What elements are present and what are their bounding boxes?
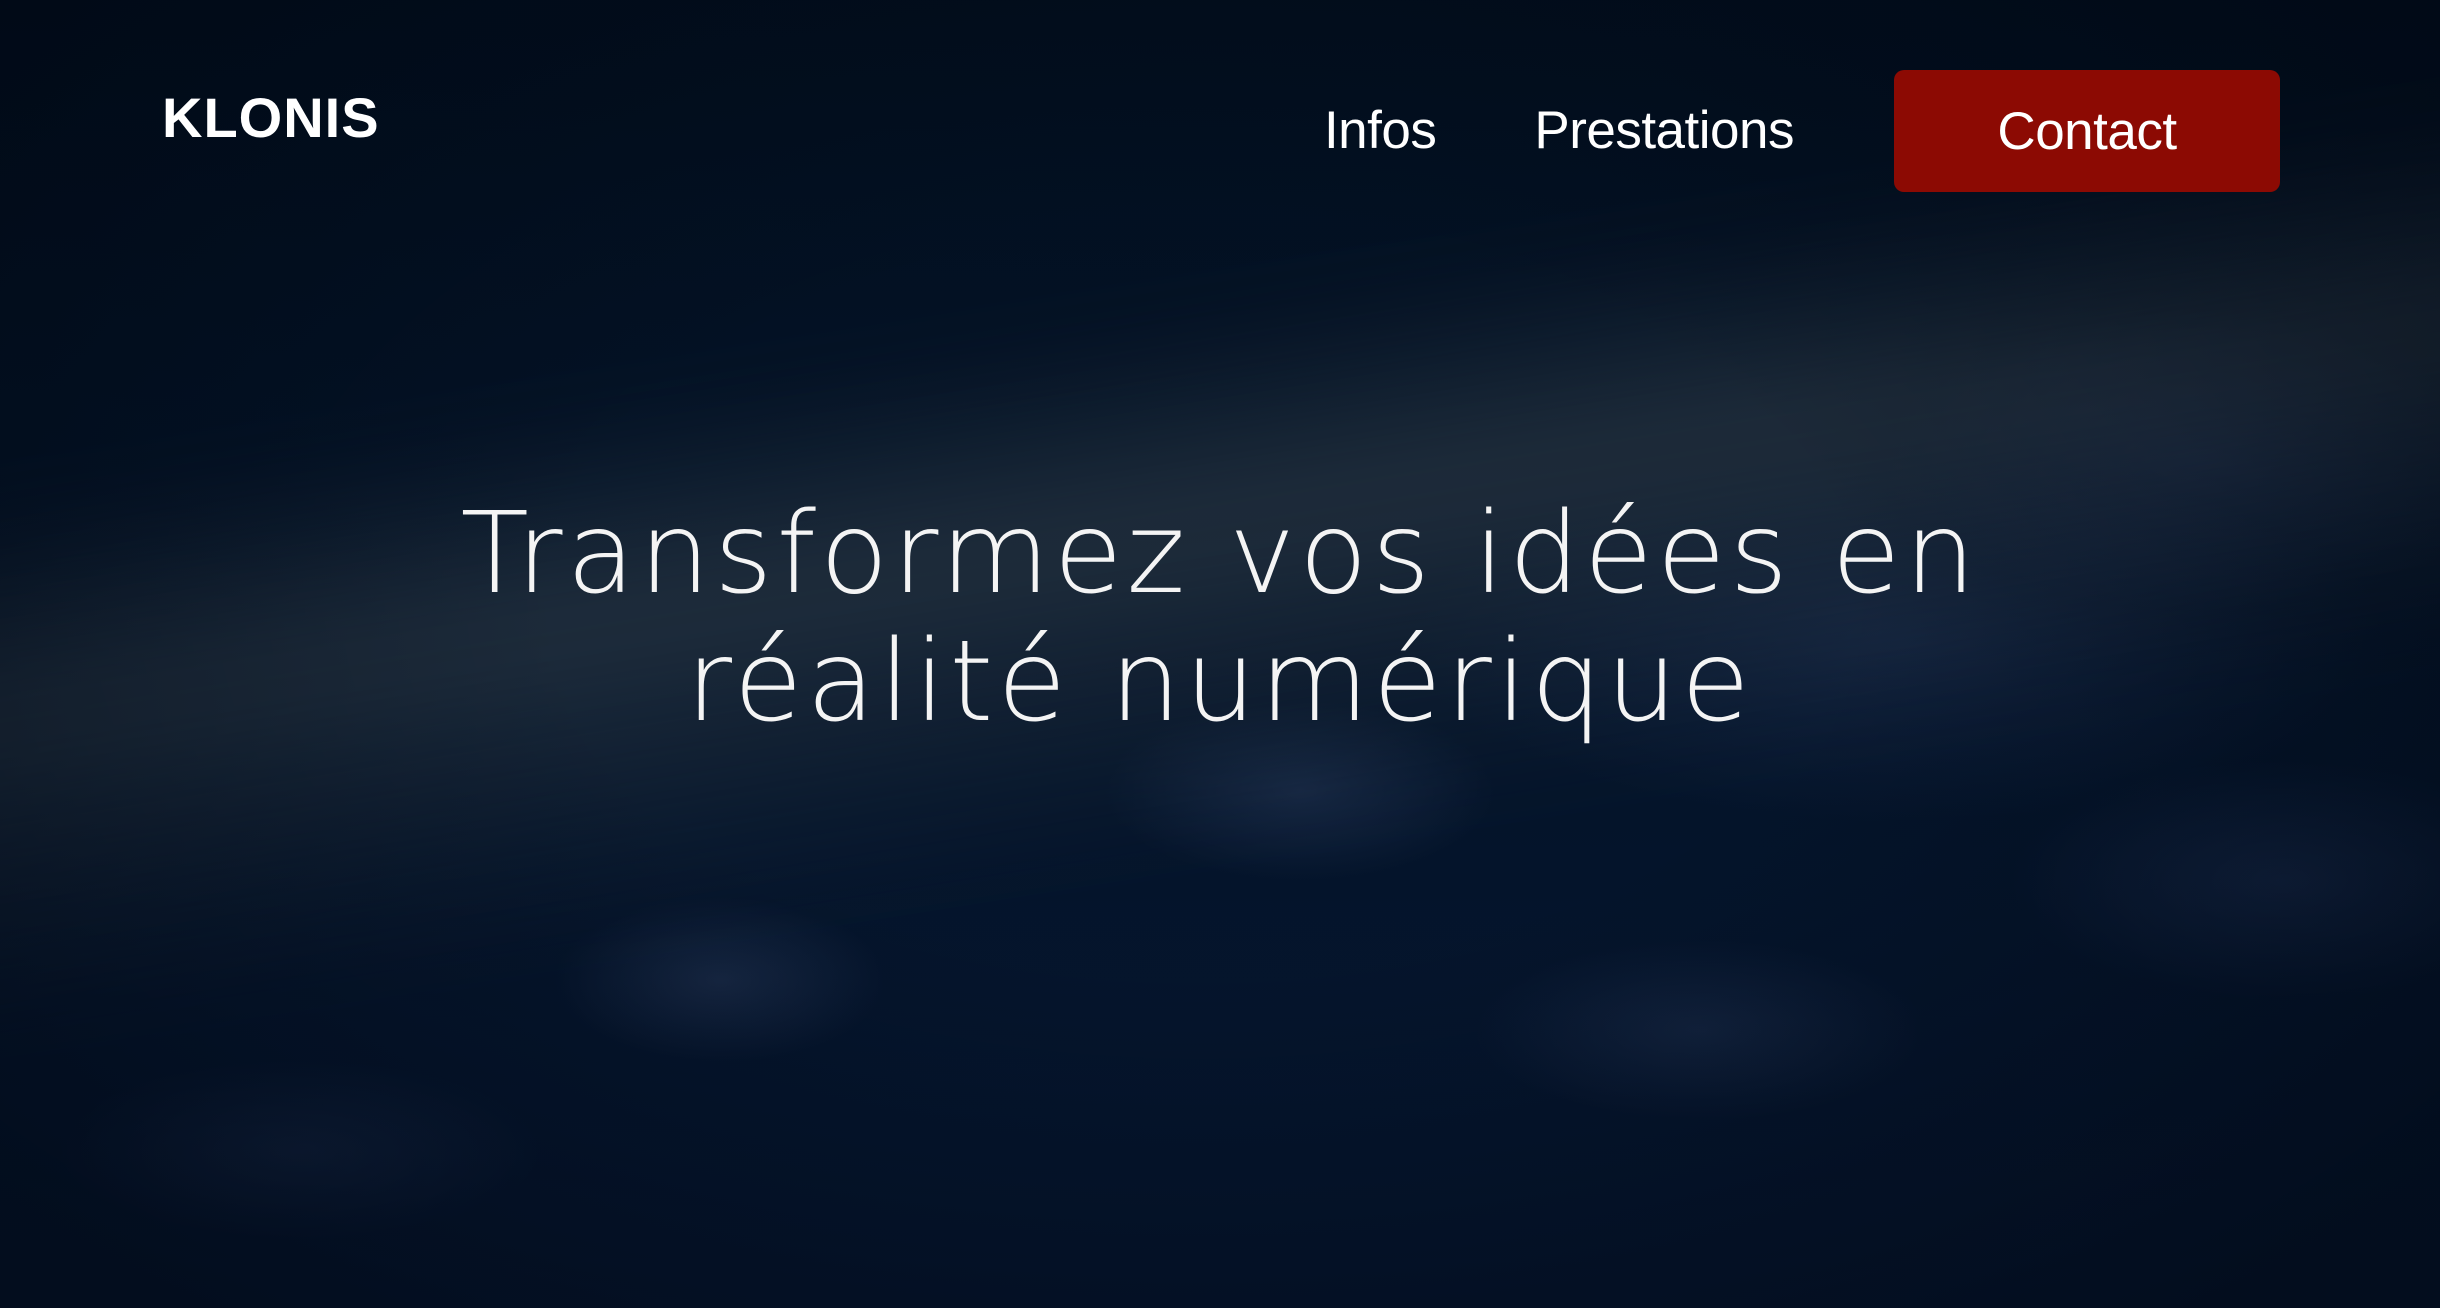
main-nav: Infos Prestations Contact (1324, 70, 2280, 192)
hero-title-line-2: réalité numérique (686, 617, 1754, 747)
brand-logo[interactable]: KLONIS (162, 90, 380, 146)
nav-link-infos[interactable]: Infos (1324, 71, 1437, 191)
hero-title-line-1: Transformez vos idées en (460, 489, 1980, 619)
site-header: KLONIS Infos Prestations Contact (0, 0, 2440, 200)
hero-title: Transformez vos idées en réalité numériq… (0, 490, 2440, 746)
nav-link-prestations[interactable]: Prestations (1534, 71, 1794, 191)
contact-button[interactable]: Contact (1894, 70, 2280, 192)
